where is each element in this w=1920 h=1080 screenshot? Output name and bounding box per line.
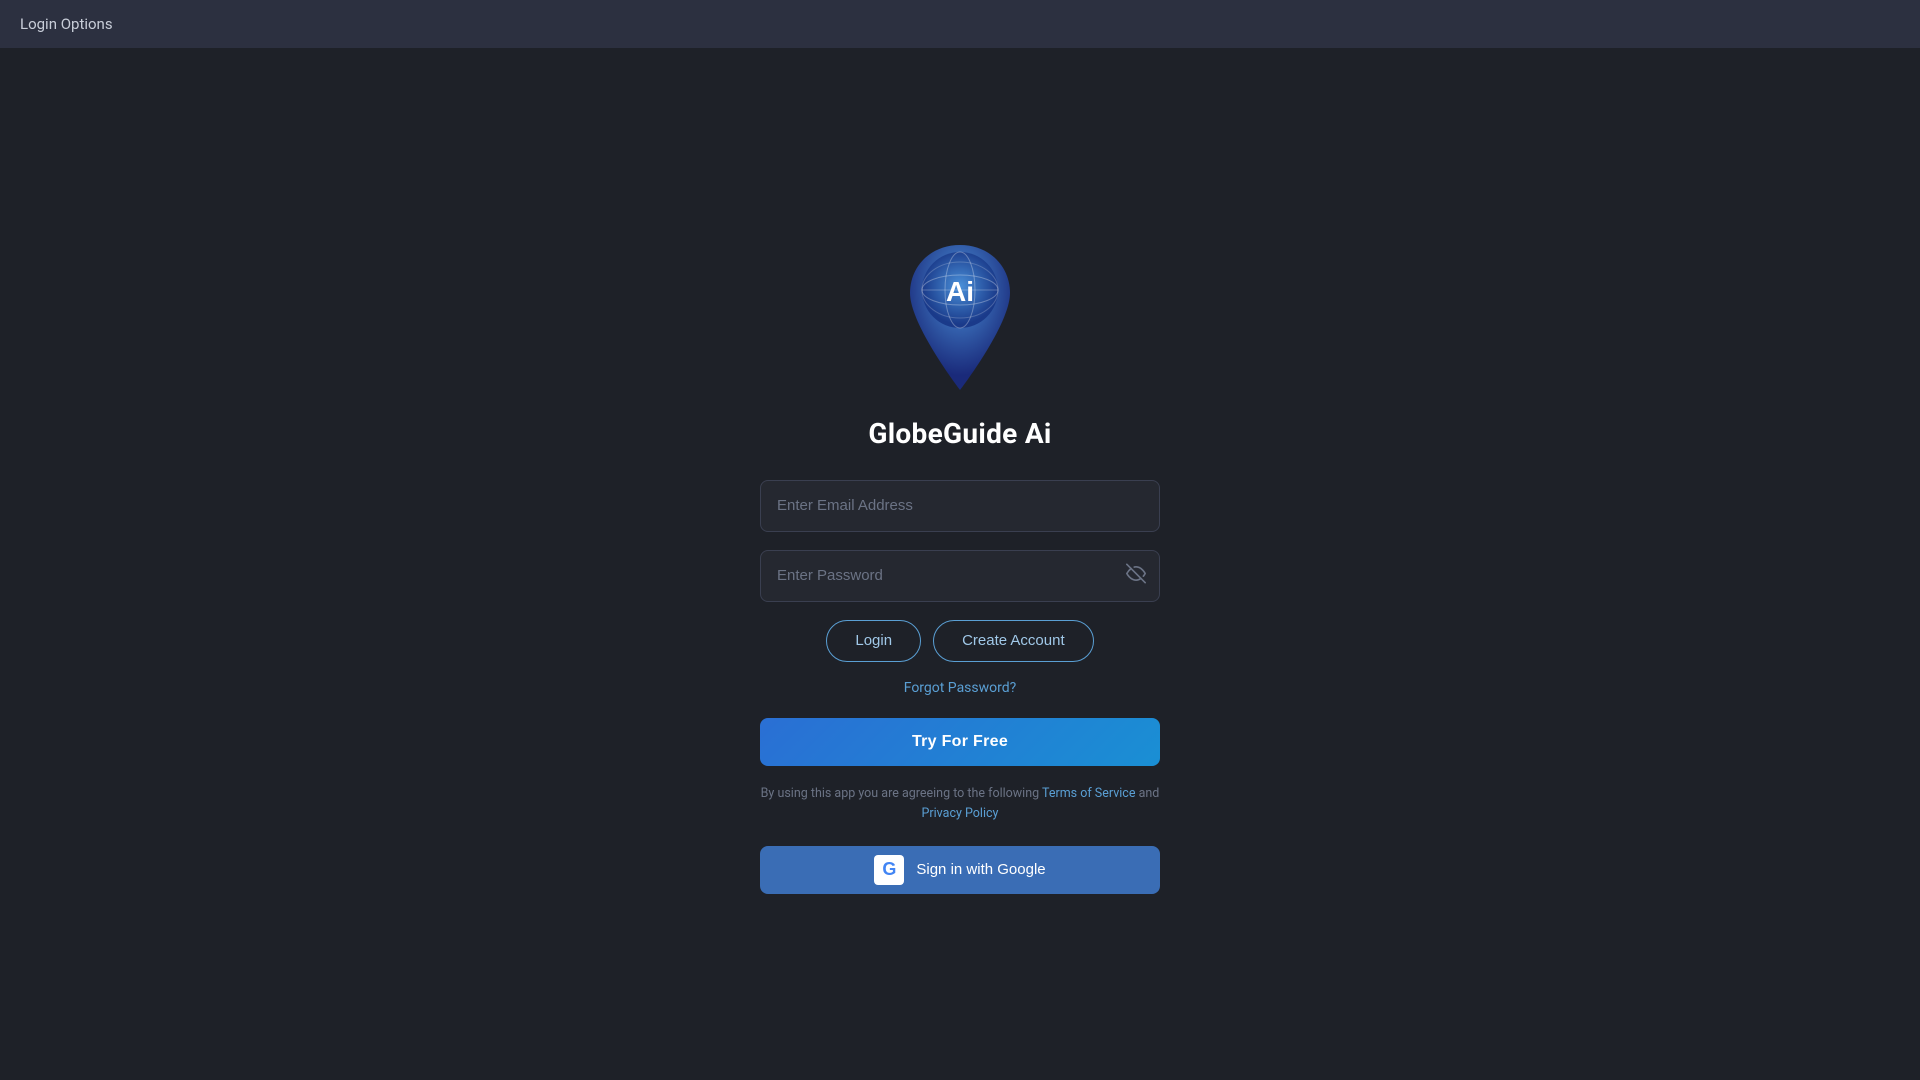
login-button[interactable]: Login [826,620,921,662]
google-icon-box: G [874,855,904,885]
top-bar-title: Login Options [20,15,113,33]
app-logo: Ai [900,235,1020,395]
create-account-button[interactable]: Create Account [933,620,1094,662]
svg-text:Ai: Ai [946,276,974,307]
main-content: Ai GlobeGuide Ai Login Create Accoun [0,48,1920,1080]
google-signin-label: Sign in with Google [916,861,1045,878]
terms-prefix: By using this app you are agreeing to th… [761,786,1042,801]
terms-text: By using this app you are agreeing to th… [760,784,1160,824]
app-title: GlobeGuide Ai [868,417,1051,450]
terms-of-service-link[interactable]: Terms of Service [1042,786,1135,801]
google-signin-button[interactable]: G Sign in with Google [760,846,1160,894]
toggle-password-icon[interactable] [1126,563,1146,588]
buttons-row: Login Create Account [760,620,1160,662]
email-input-wrapper [760,480,1160,532]
google-icon: G [882,859,896,880]
password-input[interactable] [760,550,1160,602]
privacy-policy-link[interactable]: Privacy Policy [922,806,999,821]
forgot-password-link[interactable]: Forgot Password? [904,680,1017,696]
top-bar: Login Options [0,0,1920,48]
terms-and: and [1135,786,1159,801]
login-form: Login Create Account Forgot Password? Tr… [760,480,1160,894]
logo-container: Ai [900,235,1020,399]
try-for-free-button[interactable]: Try For Free [760,718,1160,766]
email-input[interactable] [760,480,1160,532]
password-input-wrapper [760,550,1160,602]
